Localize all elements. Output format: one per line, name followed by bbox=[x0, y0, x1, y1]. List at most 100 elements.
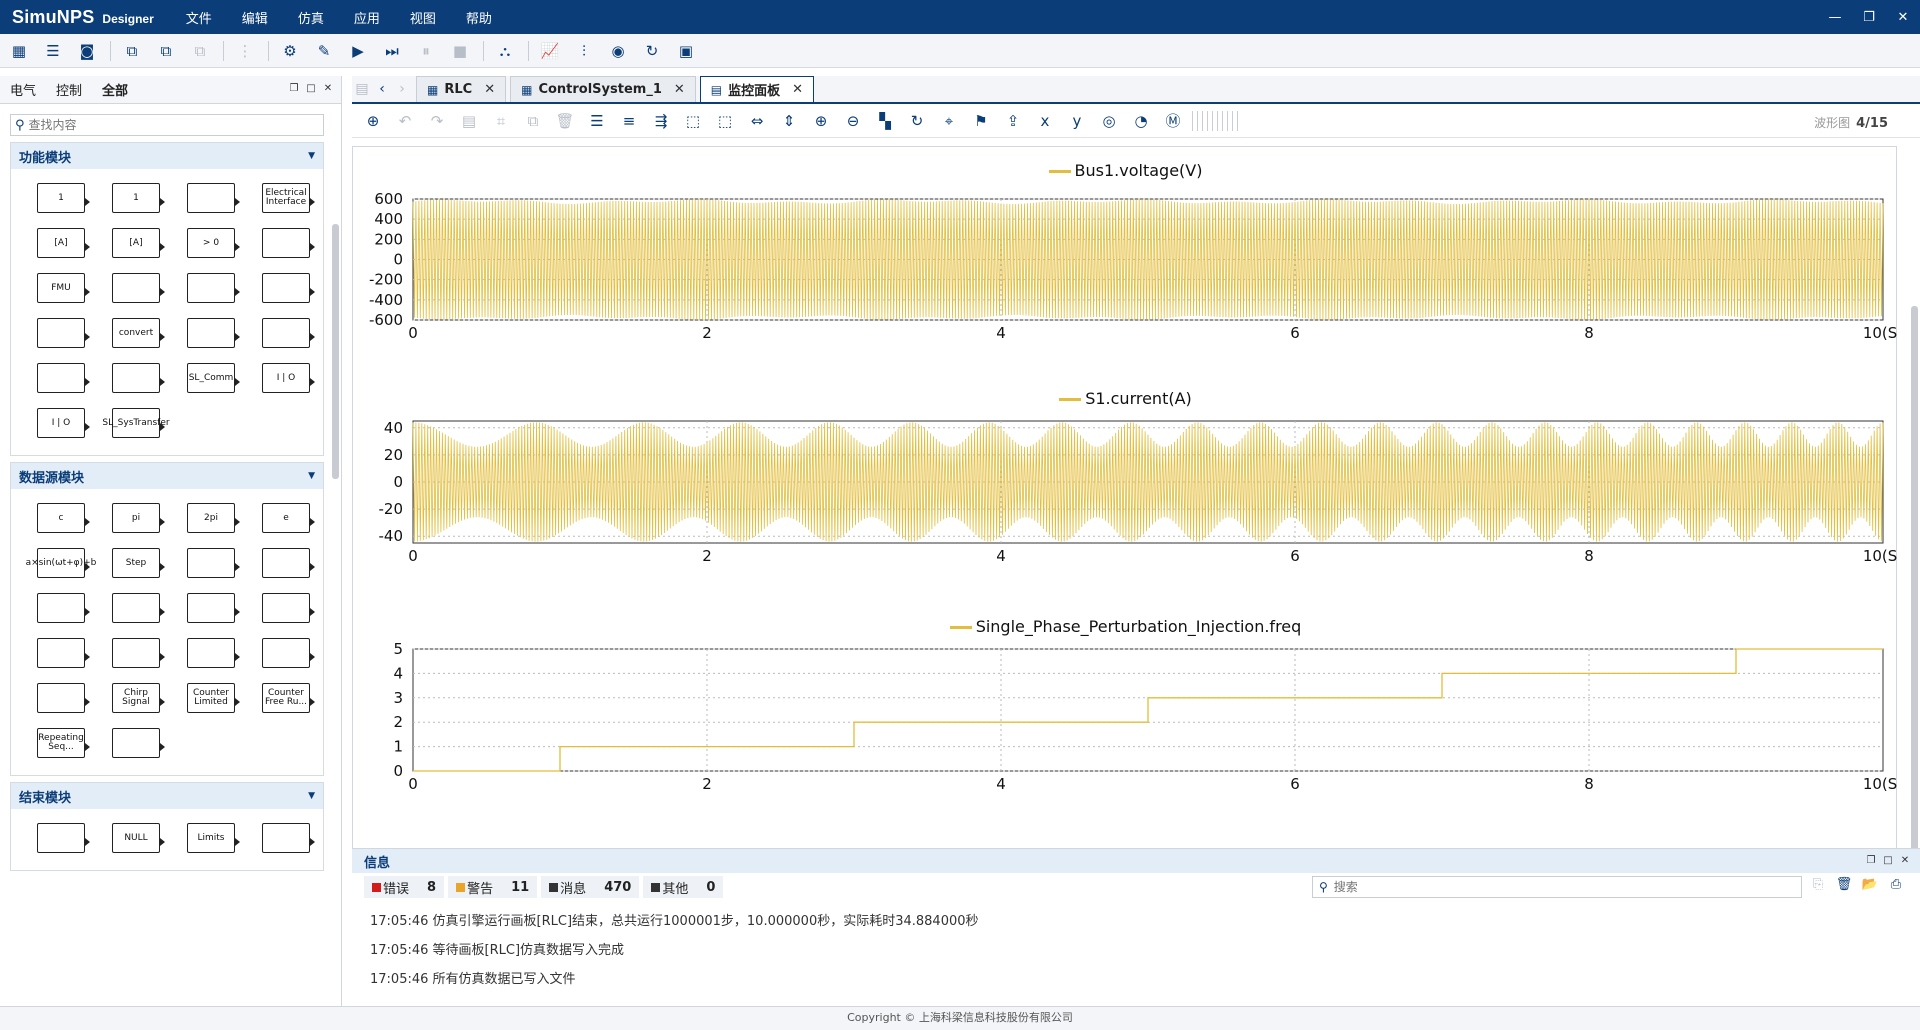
rows-icon[interactable]: ≡ bbox=[616, 108, 642, 134]
minimize-button[interactable]: — bbox=[1818, 0, 1852, 34]
marker-icon[interactable]: ⚑ bbox=[968, 108, 994, 134]
save-icon[interactable]: ◙ bbox=[74, 38, 100, 64]
copy-new-icon[interactable]: ⧉ bbox=[119, 38, 145, 64]
plot-scrollbar[interactable] bbox=[1911, 306, 1918, 866]
library-block[interactable] bbox=[112, 593, 165, 623]
library-block[interactable]: NULL bbox=[112, 823, 165, 853]
measure-icon[interactable]: Ⓜ bbox=[1160, 108, 1186, 134]
library-block[interactable]: [A] bbox=[112, 228, 165, 258]
library-block[interactable] bbox=[187, 273, 240, 303]
plot-canvas[interactable]: 600 400 200 0 -200 -400 -600 0 2 4 6 8 10(S) bbox=[353, 155, 1898, 381]
redo-icon[interactable]: ↷ bbox=[424, 108, 450, 134]
close-tab-icon[interactable]: ✕ bbox=[674, 82, 685, 97]
delete-icon[interactable]: 🗑 bbox=[552, 108, 578, 134]
edit-icon[interactable]: ✎ bbox=[311, 38, 337, 64]
zoom-in-icon[interactable]: ⊕ bbox=[808, 108, 834, 134]
library-block[interactable] bbox=[187, 548, 240, 578]
library-block[interactable]: e bbox=[262, 503, 315, 533]
stop-disabled-icon[interactable]: ■ bbox=[447, 38, 473, 64]
fit-v-icon[interactable]: ⇕ bbox=[776, 108, 802, 134]
plot-canvas[interactable]: 40200-20-400246810(S) bbox=[353, 383, 1899, 609]
library-block[interactable]: I | O bbox=[37, 408, 90, 438]
library-block[interactable]: SL_SysTransfer bbox=[102, 408, 170, 438]
library-block[interactable]: a×sin(ωt+φ)+b bbox=[26, 548, 96, 578]
library-block[interactable] bbox=[37, 318, 90, 348]
library-block[interactable] bbox=[187, 593, 240, 623]
filter-warnings[interactable]: 警告 11 bbox=[448, 876, 538, 898]
library-block[interactable] bbox=[262, 273, 315, 303]
library-block[interactable]: Repeating Seq... bbox=[37, 728, 90, 758]
tab-prev-icon[interactable]: ‹ bbox=[372, 76, 392, 102]
library-block[interactable] bbox=[187, 638, 240, 668]
menu-simulation[interactable]: 仿真 bbox=[298, 8, 324, 27]
filter-errors[interactable]: 错误 8 bbox=[364, 876, 445, 898]
pie-icon[interactable]: ◔ bbox=[1128, 108, 1154, 134]
library-block[interactable]: Counter Limited bbox=[187, 683, 240, 713]
lib-tab-electrical[interactable]: 电气 bbox=[0, 80, 46, 99]
library-block[interactable] bbox=[262, 638, 315, 668]
x-axis-icon[interactable]: x bbox=[1032, 108, 1058, 134]
section-header[interactable]: 结束模块 ▼ bbox=[11, 783, 323, 809]
sliders-icon[interactable]: ⫶ bbox=[571, 38, 597, 64]
info-search-input[interactable] bbox=[1333, 880, 1774, 894]
tab-rlc[interactable]: ▦ RLC ✕ bbox=[416, 76, 507, 102]
grid-icon[interactable]: ▦ bbox=[6, 38, 32, 64]
library-block[interactable] bbox=[112, 363, 165, 393]
lib-tab-all[interactable]: 全部 bbox=[92, 80, 138, 99]
list-arrow-icon[interactable]: ⇶ bbox=[648, 108, 674, 134]
maximize-icon[interactable]: □ bbox=[1881, 854, 1895, 868]
list-icon[interactable]: ☰ bbox=[40, 38, 66, 64]
library-block[interactable]: [A] bbox=[37, 228, 90, 258]
library-block[interactable]: 1 bbox=[112, 183, 165, 213]
library-block[interactable]: > 0 bbox=[187, 228, 240, 258]
float-icon[interactable]: ❐ bbox=[1864, 854, 1878, 868]
undo-icon[interactable]: ↶ bbox=[392, 108, 418, 134]
step-icon[interactable]: ⏭ bbox=[379, 38, 405, 64]
close-tab-icon[interactable]: ✕ bbox=[484, 82, 495, 97]
library-block[interactable] bbox=[262, 593, 315, 623]
delete-icon[interactable]: 🗑 bbox=[1834, 877, 1854, 897]
pause-disabled-icon[interactable]: ⏸ bbox=[413, 38, 439, 64]
library-block[interactable] bbox=[37, 593, 90, 623]
float-icon[interactable]: ❐ bbox=[287, 82, 301, 96]
doc-icon[interactable]: ▤ bbox=[456, 108, 482, 134]
cursor-icon[interactable]: ▚ bbox=[872, 108, 898, 134]
restore-button[interactable]: ❐ bbox=[1852, 0, 1886, 34]
close-icon[interactable]: ✕ bbox=[1898, 854, 1912, 868]
close-icon[interactable]: ✕ bbox=[321, 82, 335, 96]
library-block[interactable] bbox=[37, 638, 90, 668]
copy-icon[interactable]: ⎘ bbox=[1808, 877, 1828, 897]
library-block[interactable]: FMU bbox=[37, 273, 90, 303]
library-block[interactable] bbox=[37, 683, 90, 713]
library-block[interactable]: Chirp Signal bbox=[112, 683, 165, 713]
menu-help[interactable]: 帮助 bbox=[466, 8, 492, 27]
library-block[interactable]: c bbox=[37, 503, 90, 533]
print-icon[interactable]: ⎙ bbox=[1886, 877, 1906, 897]
library-block[interactable] bbox=[262, 823, 315, 853]
section-header[interactable]: 功能模块 ▼ bbox=[11, 143, 323, 169]
library-block[interactable] bbox=[262, 228, 315, 258]
copy-gear-icon[interactable]: ⧉ bbox=[153, 38, 179, 64]
menu-apps[interactable]: 应用 bbox=[354, 8, 380, 27]
chip-icon[interactable]: ▣ bbox=[673, 38, 699, 64]
crop-icon[interactable]: ⌗ bbox=[488, 108, 514, 134]
fit-h-icon[interactable]: ⇔ bbox=[744, 108, 770, 134]
library-scrollbar[interactable] bbox=[332, 224, 339, 479]
tab-monitor-panel[interactable]: ▤ 监控面板 ✕ bbox=[699, 76, 815, 102]
library-block[interactable] bbox=[112, 728, 165, 758]
library-block[interactable]: 1 bbox=[37, 183, 90, 213]
library-block[interactable]: I | O bbox=[262, 363, 315, 393]
library-block[interactable]: pi bbox=[112, 503, 165, 533]
refresh-icon[interactable]: ↻ bbox=[904, 108, 930, 134]
menu-edit[interactable]: 编辑 bbox=[242, 8, 268, 27]
tab-list-icon[interactable]: ▤ bbox=[352, 76, 372, 102]
library-block[interactable]: Limits bbox=[187, 823, 240, 853]
play-icon[interactable]: ▶ bbox=[345, 38, 371, 64]
library-block[interactable]: Step bbox=[112, 548, 165, 578]
library-block[interactable]: 2pi bbox=[187, 503, 240, 533]
library-block[interactable] bbox=[187, 318, 240, 348]
loop-icon[interactable]: ↻ bbox=[639, 38, 665, 64]
waveform-plot[interactable]: Single_Phase_Perturbation_Injection.freq… bbox=[353, 611, 1898, 837]
library-block[interactable] bbox=[37, 823, 90, 853]
library-block[interactable] bbox=[112, 273, 165, 303]
